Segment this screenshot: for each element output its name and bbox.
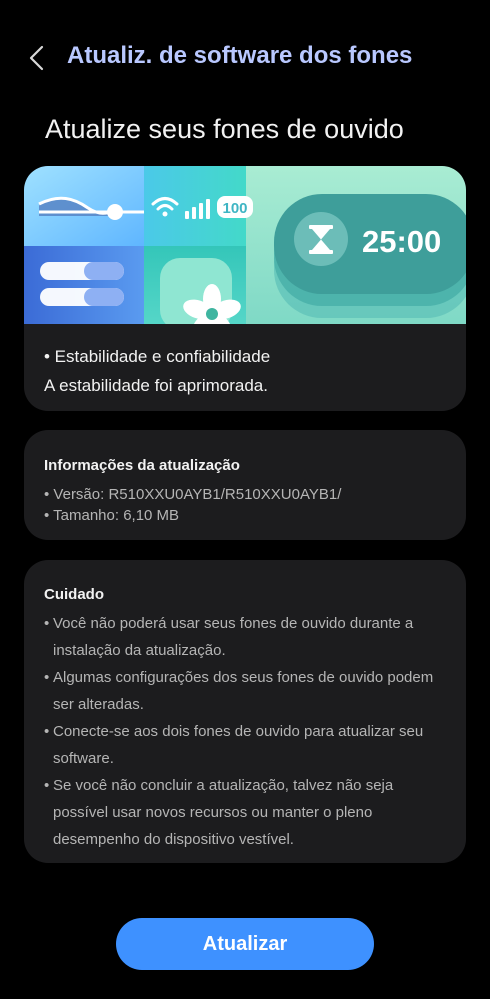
timer-label: 25:00 <box>362 224 441 259</box>
caution-item: • Você não poderá usar seus fones de ouvi… <box>44 615 414 659</box>
update-info-card: Informações da atualização • Versão: R51… <box>24 430 466 540</box>
battery-icon: 100 <box>217 196 253 218</box>
caution-item-text: Se você não concluir a atualização, talv… <box>53 777 394 848</box>
banner-illustration: 100 25:00 <box>24 166 466 324</box>
update-button[interactable]: Atualizar <box>116 918 374 970</box>
caution-card: Cuidado • Você não poderá usar seus fones… <box>24 560 466 863</box>
battery-label: 100 <box>222 200 247 217</box>
caution-item-text: Algumas configurações dos seus fones de … <box>53 669 434 713</box>
caution-item: • Se você não concluir a atualização, tal… <box>44 777 394 848</box>
app-header: Atualiz. de software dos fones <box>0 36 490 80</box>
chevron-left-icon[interactable] <box>26 44 50 72</box>
size-text: • Tamanho: 6,10 MB <box>44 507 180 524</box>
caution-title: Cuidado <box>44 586 104 603</box>
notes-heading: • Estabilidade e confiabilidade <box>44 347 271 366</box>
version-text: • Versão: R510XXU0AYB1/R510XXU0AYB1/ <box>44 486 342 503</box>
slider-icon <box>107 204 123 220</box>
headline: Atualize seus fones de ouvido <box>45 114 404 144</box>
release-notes: • Estabilidade e confiabilidade A estabi… <box>44 342 270 400</box>
update-info-title: Informações da atualização <box>44 457 240 474</box>
caution-item-text: Conecte-se aos dois fones de ouvido para… <box>53 723 424 767</box>
release-notes-card: 100 25:00 • Estabilidade e confiabilidad… <box>24 166 466 411</box>
page-title: Atualiz. de software dos fones <box>67 42 413 69</box>
caution-item: • Conecte-se aos dois fones de ouvido par… <box>44 723 424 767</box>
caution-item: • Algumas configurações dos seus fones de… <box>44 669 434 713</box>
caution-item-text: Você não poderá usar seus fones de ouvid… <box>53 615 414 659</box>
notes-detail: A estabilidade foi aprimorada. <box>44 376 268 395</box>
